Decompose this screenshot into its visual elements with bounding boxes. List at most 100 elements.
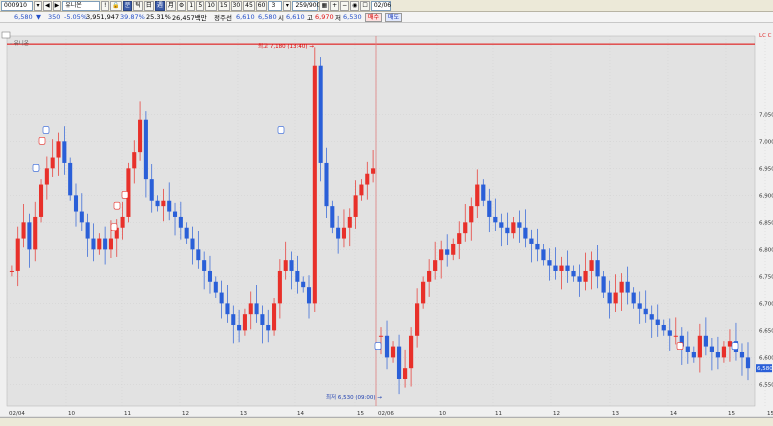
interval-month-button[interactable]: 月 — [165, 0, 176, 11]
signal-marker-icon — [277, 126, 285, 134]
interval-tick-button[interactable]: 틱 — [133, 0, 143, 11]
period-60-button[interactable]: 60 — [255, 0, 268, 11]
candle-body — [155, 200, 160, 207]
candle-body — [421, 281, 426, 304]
prev-arrow-icon[interactable]: ◀ — [43, 0, 52, 11]
chevron-down-icon[interactable]: ▾ — [283, 0, 292, 11]
candle-body — [108, 238, 113, 250]
corner-label: LC C — [759, 33, 772, 39]
candle-body — [637, 303, 642, 309]
ma-label: 정주선 — [214, 14, 232, 22]
period-15-button[interactable]: 15 — [217, 0, 230, 11]
candle-body — [353, 195, 358, 217]
gear-icon[interactable]: ⚙ — [176, 0, 187, 11]
candle-body — [336, 227, 341, 239]
current-price-tag-text: 6,580 — [757, 366, 773, 372]
price-chart[interactable]: 최고 7,180 (13:40) → 최저 6,530 (09:00) → - 유니… — [0, 24, 773, 426]
signal-marker-icon — [121, 191, 129, 199]
interval-input[interactable]: 3 — [268, 0, 283, 11]
high-label: 고 — [307, 14, 313, 22]
high-value: 6,970 — [315, 13, 334, 21]
candle-body — [91, 238, 96, 250]
checkbox[interactable]: ☐ — [360, 0, 370, 11]
next-arrow-icon[interactable]: ▶ — [52, 0, 62, 11]
candle-body — [365, 173, 370, 185]
interval-day-button[interactable]: 日 — [143, 0, 154, 11]
candle-body — [196, 249, 201, 261]
candle-body — [306, 287, 312, 304]
signal-marker-icon — [110, 223, 118, 232]
candle-body — [655, 319, 660, 325]
search-icon[interactable]: ▾ — [34, 0, 42, 11]
candle-body — [237, 324, 242, 331]
candle-body — [613, 292, 618, 304]
candle-body — [184, 227, 189, 239]
candle-body — [231, 314, 236, 325]
open-label: 시 — [278, 14, 284, 22]
settings-icon[interactable]: ◉ — [350, 0, 360, 11]
quote-info-row: 6,580 ▼ 350 -5.05% 3,951,947 39.87% 25.3… — [0, 12, 773, 23]
low-value: 6,530 — [343, 13, 362, 21]
info-button[interactable]: ! — [101, 0, 110, 11]
interval-min-button[interactable]: 분 — [122, 0, 133, 11]
current-price: 6,580 — [14, 13, 33, 21]
candle-body — [219, 292, 224, 304]
sell-button[interactable]: 매수 — [365, 12, 383, 22]
low-annotation: 최저 6,530 (09:00) → — [326, 393, 382, 401]
count-input[interactable]: 259/900 — [292, 0, 320, 11]
volume-ratio: 39.87% — [120, 13, 145, 21]
candle-body — [523, 227, 528, 239]
candle-body — [667, 330, 672, 336]
period-45-button[interactable]: 45 — [243, 0, 255, 11]
candle-body — [384, 335, 390, 358]
candle-body — [27, 222, 32, 250]
candlestick-chart[interactable]: 최고 7,180 (13:40) → 최저 6,530 (09:00) → - 유니… — [0, 24, 773, 426]
period-30-button[interactable]: 30 — [230, 0, 243, 11]
candle-body — [272, 303, 277, 331]
candle-body — [242, 314, 247, 331]
zoom-in-icon[interactable]: + — [330, 0, 340, 11]
candle-body — [559, 265, 564, 271]
candle-body — [643, 308, 648, 315]
candle-body — [73, 195, 79, 212]
signal-marker-icon — [113, 201, 121, 210]
signal-marker-icon — [374, 342, 382, 350]
candle-body — [248, 303, 253, 315]
open2-value: 6,580 — [258, 13, 277, 21]
period-10-button[interactable]: 10 — [205, 0, 217, 11]
candle-body — [619, 281, 624, 293]
date-input[interactable]: 02/06 — [370, 0, 391, 11]
period-5-button[interactable]: 5 — [196, 0, 205, 11]
candle-body — [33, 216, 38, 250]
candle-body — [463, 222, 468, 234]
y-tick-label: 6,650 — [759, 328, 773, 334]
open-value: 6,610 — [286, 13, 305, 21]
candle-body — [553, 265, 558, 271]
candle-body — [631, 292, 636, 304]
signal-marker-icon — [42, 126, 50, 134]
stock-name-field: 유니온 — [62, 0, 101, 11]
volume: 3,951,947 — [86, 13, 120, 21]
buy-button[interactable]: 매도 — [385, 12, 403, 22]
panel-handle-icon[interactable] — [1, 31, 11, 39]
candle-body — [190, 238, 195, 250]
candle-body — [378, 335, 384, 337]
candle-body — [207, 270, 213, 282]
candle-body — [283, 260, 288, 271]
period-1-button[interactable]: 1 — [187, 0, 196, 11]
candle-body — [172, 211, 178, 217]
stock-code-input[interactable]: 000910 — [1, 0, 33, 11]
grid-icon[interactable]: ▦ — [319, 0, 330, 11]
status-bar — [0, 417, 773, 426]
candle-body — [433, 260, 438, 271]
interval-week-button[interactable]: 週 — [154, 0, 165, 11]
lock-icon[interactable]: 🔒 — [110, 0, 122, 11]
candle-body — [703, 335, 708, 347]
candle-body — [595, 260, 600, 277]
candle-body — [577, 276, 582, 282]
zoom-out-icon[interactable]: − — [340, 0, 350, 11]
candle-body — [396, 346, 402, 379]
candle-body — [402, 368, 408, 379]
trade-value: 26,457백만 — [172, 14, 207, 22]
candle-body — [691, 351, 696, 358]
